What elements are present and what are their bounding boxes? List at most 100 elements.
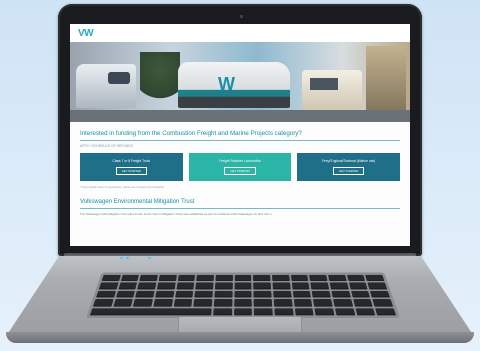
locomotive-image: W [178,62,290,108]
keyboard-key [113,299,134,307]
keyboard-key [158,274,177,282]
keyboard-key [101,274,121,282]
keyboard-key [139,274,158,282]
keyboard-key [253,282,272,290]
keyboard-key [313,299,333,307]
keyboard-key [213,307,232,316]
tile-label: Freight Switcher Locomotive [219,158,261,163]
laptop-keyboard [86,272,400,318]
heading-divider [80,140,400,141]
keyboard-key [272,282,291,290]
keyboard-key [355,307,376,316]
locomotive-logo-mark: W [218,74,235,94]
keyboard-key [135,290,155,298]
tile-label: Class 7 or 8 Freight Truck [112,158,151,163]
keyboard-key [292,290,312,298]
keyboard-key [195,282,214,290]
keyboard-key [153,299,173,307]
semi-truck-image [76,64,136,108]
hero-banner: W [70,42,410,122]
keyboard-key [176,282,195,290]
keyboard-key [173,299,193,307]
keyboard-key [214,290,233,298]
section-heading: Volkswagen Environmental Mitigation Trus… [80,199,195,205]
site-logo[interactable]: VW [78,28,94,39]
keyboard-spacebar [89,307,212,316]
keyboard-key [348,282,368,290]
keyboard-key [365,274,385,282]
get-started-button[interactable]: GET STARTED [224,166,256,176]
section-divider [80,208,400,209]
keyboard-key [115,290,136,298]
keyboard-key [234,282,252,290]
keyboard-key [367,282,388,290]
keyboard-key [215,274,233,282]
get-started-button[interactable]: GET STARTED [333,166,365,176]
tile-freight-truck[interactable]: Class 7 or 8 Freight Truck GET STARTED [80,153,183,181]
laptop-screen: VW W Interested in funding from the Comb… [70,24,410,246]
keyboard-key [254,307,273,316]
keyboard-key [156,282,176,290]
keyboard-key [233,307,253,316]
keyboard-key [290,274,309,282]
keyboard-key [331,290,351,298]
keyboard-key [193,299,213,307]
section-paragraph: The Volkswagen (VW) Mitigation Trust (al… [80,212,272,216]
keyboard-key [133,299,153,307]
keyboard-key [352,299,373,307]
keyboard-key [234,274,252,282]
main-content: Interested in funding from the Combustio… [70,122,410,222]
keyboard-key [194,290,213,298]
eligibility-note: * Some details about the application, pl… [80,186,164,189]
keyboard-key [328,274,347,282]
webcam-icon [238,13,245,20]
keyboard-key [370,290,391,298]
keyboard-key [273,299,293,307]
status-led-icon [126,257,129,259]
keyboard-key [310,282,330,290]
status-led-icon [148,257,151,259]
site-header: VW [70,24,410,42]
keyboard-key [375,307,397,316]
get-started-button[interactable]: GET STARTED [115,166,147,176]
keyboard-key [177,274,196,282]
keyboard-key [372,299,393,307]
trees-image [140,52,180,112]
keyboard-key [213,299,233,307]
keyboard-key [309,274,328,282]
laptop-base-edge [6,332,474,343]
page-heading: Interested in funding from the Combustio… [80,130,302,137]
keyboard-key [329,282,349,290]
road-strip [70,110,410,122]
keyboard-key [274,307,294,316]
keyboard-key [196,274,215,282]
keyboard-key [293,299,313,307]
keyboard-key [333,299,353,307]
keyboard-key [314,307,335,316]
keyboard-key [253,290,272,298]
keyboard-key [233,299,253,307]
keyboard-key [350,290,371,298]
category-tiles: Class 7 or 8 Freight Truck GET STARTED F… [80,153,401,181]
tile-label: Ferry/Tugboat/Towboat (Marine use) [322,158,376,163]
keyboard-key [98,282,119,290]
keyboard-key [253,274,271,282]
keyboard-key [120,274,140,282]
tile-marine[interactable]: Ferry/Tugboat/Towboat (Marine use) GET S… [297,153,401,181]
keyboard-key [174,290,194,298]
page-subheading: APPLY SCHEDULE OF REFUNDS [80,144,134,148]
keyboard-key [294,307,314,316]
keyboard-key [273,290,292,298]
keyboard-key [234,290,252,298]
keyboard-key [253,299,273,307]
keyboard-key [334,307,355,316]
keyboard-key [311,290,331,298]
keyboard-key [93,299,114,307]
tile-locomotive[interactable]: Freight Switcher Locomotive GET STARTED [188,153,292,181]
keyboard-key [118,282,138,290]
port-crane-image [366,46,406,118]
keyboard-key [95,290,116,298]
laptop-lid: VW W Interested in funding from the Comb… [58,4,422,256]
keyboard-key [291,282,310,290]
keyboard-key [155,290,175,298]
